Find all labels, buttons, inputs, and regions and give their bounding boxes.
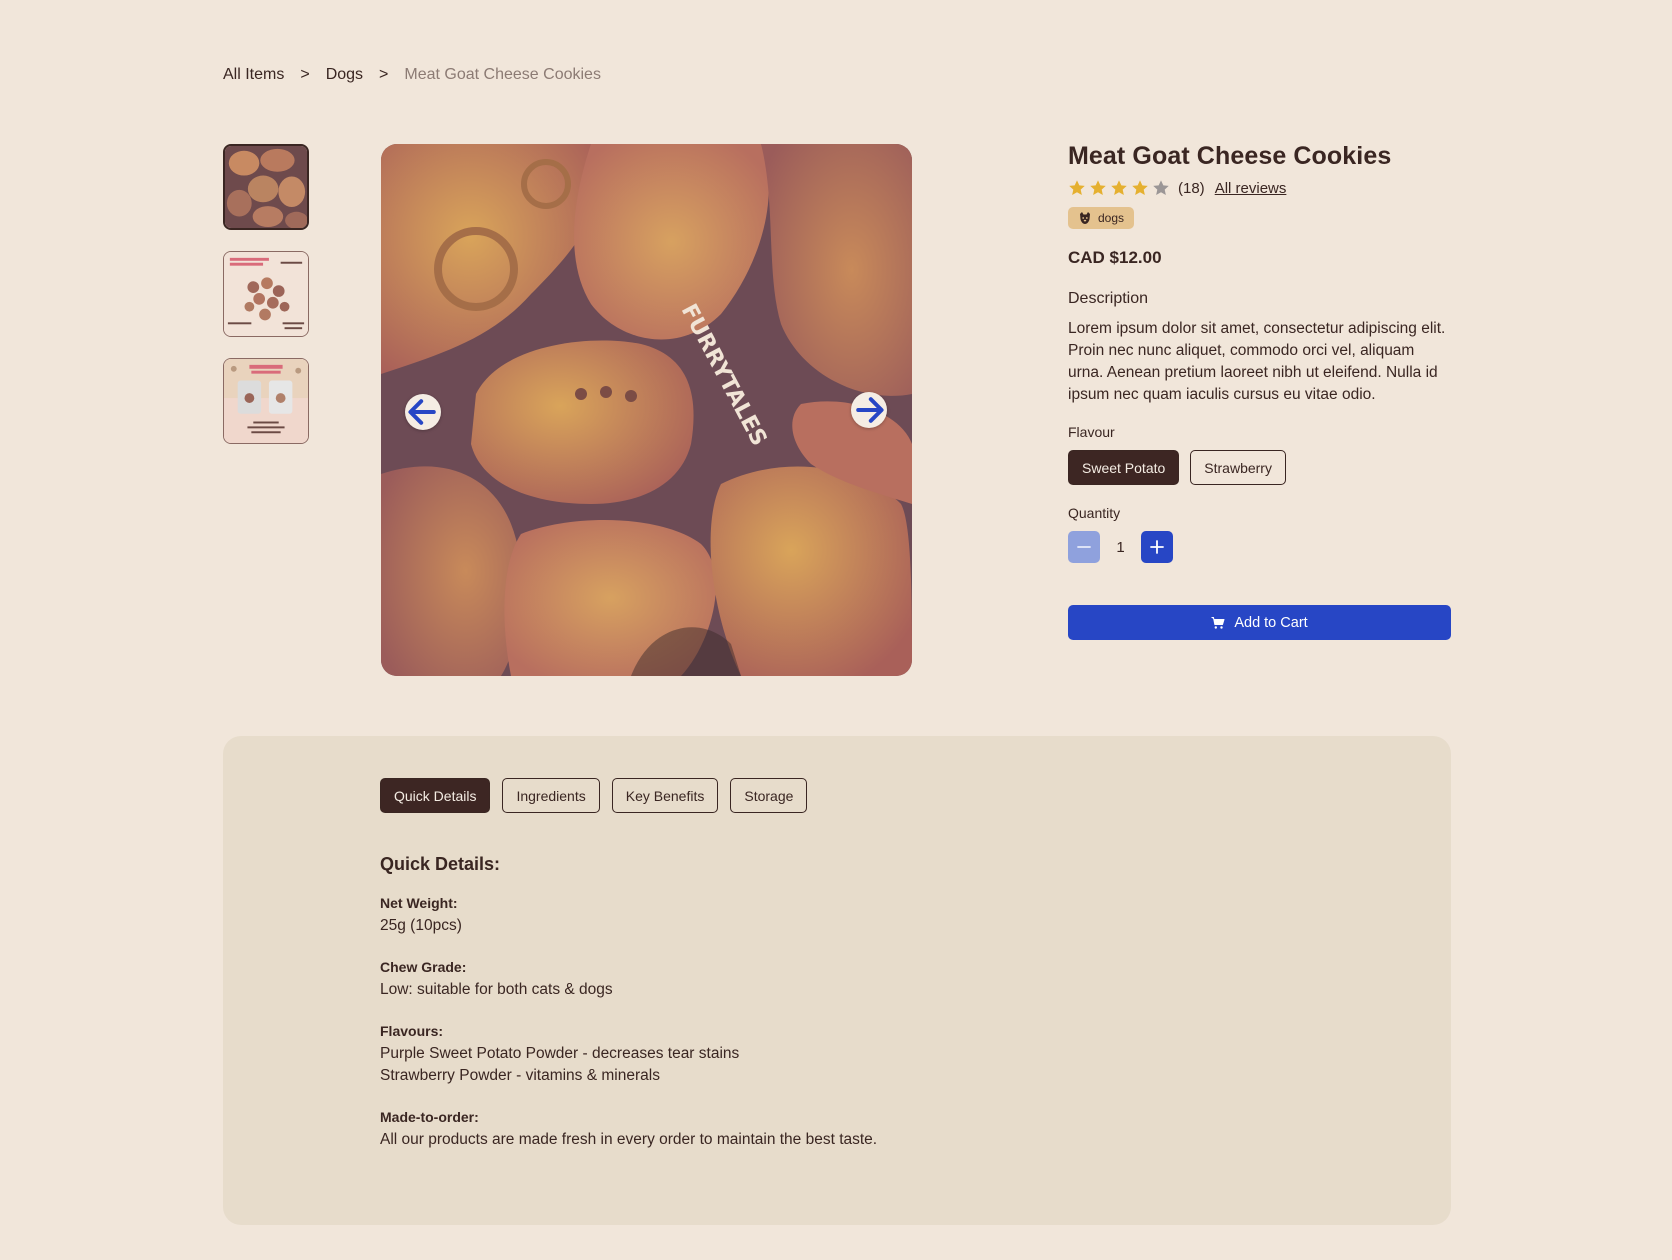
net-weight-value: 25g (10pcs): [380, 917, 462, 934]
net-weight-label: Net Weight:: [380, 895, 458, 911]
rating-row: (18) All reviews: [1068, 179, 1451, 197]
chew-grade-field: Chew Grade: Low: suitable for both cats …: [380, 959, 880, 1001]
star-icon: [1111, 180, 1127, 196]
quantity-label: Quantity: [1068, 505, 1121, 521]
flavours-value-2: Strawberry Powder - vitamins & minerals: [380, 1067, 660, 1084]
minus-icon: [1077, 546, 1091, 548]
thumbnail-list: [223, 144, 309, 465]
made-to-order-label: Made-to-order:: [380, 1109, 479, 1125]
description-label: Description: [1068, 290, 1149, 307]
tab-quick-details[interactable]: Quick Details: [380, 778, 491, 813]
product-main-image: FURRYTALES: [381, 144, 912, 676]
cart-icon: [1211, 616, 1225, 629]
thumbnail-1[interactable]: [223, 144, 309, 230]
breadcrumb-all-items[interactable]: All Items: [223, 66, 284, 84]
product-info: Meat Goat Cheese Cookies (18) All review…: [1068, 142, 1451, 640]
tab-key-benefits[interactable]: Key Benefits: [611, 778, 719, 813]
add-to-cart-button[interactable]: Add to Cart: [1068, 605, 1451, 640]
plus-icon: [1150, 540, 1164, 554]
star-rating: [1068, 179, 1170, 197]
increase-quantity-button[interactable]: [1141, 531, 1173, 563]
flavour-label: Flavour: [1068, 424, 1115, 440]
chew-grade-value: Low: suitable for both cats & dogs: [380, 981, 613, 998]
arrow-right-icon: [856, 397, 884, 423]
product-details-panel: Quick Details Ingredients Key Benefits S…: [223, 736, 1451, 1225]
flavour-option-strawberry[interactable]: Strawberry: [1190, 450, 1286, 485]
flavours-label: Flavours:: [380, 1023, 444, 1039]
breadcrumb-separator: >: [379, 66, 389, 83]
thumbnail-2[interactable]: [223, 251, 309, 337]
quantity-stepper: 1: [1068, 531, 1451, 563]
tab-storage[interactable]: Storage: [730, 778, 808, 813]
review-count: (18): [1178, 179, 1205, 197]
flavour-options: Sweet Potato Strawberry: [1068, 450, 1451, 485]
tag-label: dogs: [1098, 211, 1125, 225]
star-icon: [1090, 180, 1106, 196]
breadcrumb-separator: >: [300, 66, 310, 83]
flavour-option-sweet-potato[interactable]: Sweet Potato: [1068, 450, 1180, 485]
flavours-field: Flavours: Purple Sweet Potato Powder - d…: [380, 1023, 880, 1087]
arrow-left-icon: [408, 399, 436, 425]
product-price: CAD $12.00: [1068, 248, 1162, 267]
breadcrumb: All Items > Dogs > Meat Goat Cheese Cook…: [223, 66, 601, 84]
quantity-value[interactable]: 1: [1100, 539, 1141, 556]
quick-details-content: Quick Details: Net Weight: 25g (10pcs) C…: [380, 854, 880, 1173]
dog-face-icon: [1080, 212, 1090, 224]
made-to-order-field: Made-to-order: All our products are made…: [380, 1109, 880, 1151]
star-empty-icon: [1153, 180, 1169, 196]
details-tabs: Quick Details Ingredients Key Benefits S…: [380, 778, 808, 813]
add-to-cart-label: Add to Cart: [1234, 614, 1308, 631]
decrease-quantity-button[interactable]: [1068, 531, 1100, 563]
tab-ingredients[interactable]: Ingredients: [502, 778, 600, 813]
details-heading: Quick Details:: [380, 854, 501, 874]
thumbnail-3[interactable]: [223, 358, 309, 444]
flavours-value-1: Purple Sweet Potato Powder - decreases t…: [380, 1045, 740, 1062]
breadcrumb-dogs[interactable]: Dogs: [326, 66, 363, 84]
made-to-order-value: All our products are made fresh in every…: [380, 1131, 878, 1148]
previous-image-button[interactable]: [405, 394, 441, 430]
star-icon: [1069, 180, 1085, 196]
star-icon: [1132, 180, 1148, 196]
chew-grade-label: Chew Grade:: [380, 959, 467, 975]
breadcrumb-current: Meat Goat Cheese Cookies: [404, 66, 601, 83]
description-text: Lorem ipsum dolor sit amet, consectetur …: [1068, 320, 1446, 403]
all-reviews-link[interactable]: All reviews: [1215, 180, 1287, 197]
net-weight-field: Net Weight: 25g (10pcs): [380, 895, 880, 937]
category-tag[interactable]: dogs: [1068, 207, 1135, 229]
product-title: Meat Goat Cheese Cookies: [1068, 142, 1392, 170]
next-image-button[interactable]: [851, 392, 887, 428]
